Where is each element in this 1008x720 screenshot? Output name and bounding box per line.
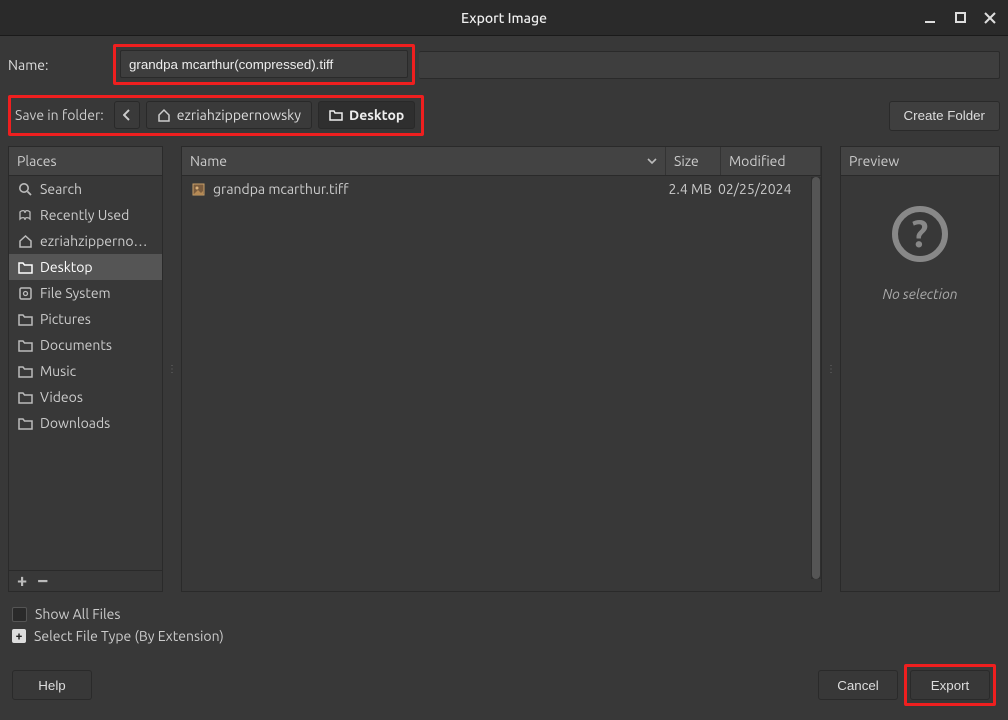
files-header: Name Size Modified	[182, 147, 821, 176]
export-highlight: Export	[904, 664, 996, 706]
file-row[interactable]: grandpa mcarthur.tiff 2.4 MB02/25/2024	[182, 176, 821, 202]
sidebar-item-ezriahzipperno-[interactable]: ezriahzipperno…	[9, 228, 162, 254]
help-button[interactable]: Help	[12, 670, 92, 700]
select-file-type-label: Select File Type (By Extension)	[34, 628, 224, 644]
filename-input[interactable]	[120, 50, 408, 78]
places-panel: Places Search Recently Used ezriahzipperno…	[8, 146, 163, 592]
panel-resize-handle[interactable]: ⋮	[169, 146, 175, 592]
path-highlight: Save in folder: ezriahzippernowsky Deskt…	[8, 95, 424, 136]
window-title: Export Image	[461, 10, 547, 26]
sidebar-item-label: Pictures	[40, 311, 91, 327]
panel-resize-handle-right[interactable]: ⋮	[828, 146, 834, 592]
checkbox-icon	[12, 607, 27, 622]
sidebar-item-pictures[interactable]: Pictures	[9, 306, 162, 332]
file-size: 2.4 MB	[663, 181, 718, 197]
folder-icon	[17, 363, 33, 379]
file-name: grandpa mcarthur.tiff	[213, 181, 349, 197]
home-icon	[157, 108, 171, 122]
sidebar-item-documents[interactable]: Documents	[9, 332, 162, 358]
show-all-files-label: Show All Files	[35, 606, 120, 622]
folder-icon	[17, 415, 33, 431]
show-all-files-option[interactable]: Show All Files	[12, 606, 996, 622]
sidebar-item-videos[interactable]: Videos	[9, 384, 162, 410]
files-list[interactable]: grandpa mcarthur.tiff 2.4 MB02/25/2024	[182, 176, 821, 591]
titlebar: Export Image	[0, 0, 1008, 36]
sidebar-item-label: Music	[40, 363, 76, 379]
breadcrumb-back-button[interactable]	[114, 101, 140, 129]
file-modified: 02/25/2024	[718, 181, 813, 197]
sidebar-item-label: Documents	[40, 337, 112, 353]
folder-icon	[17, 259, 33, 275]
column-size[interactable]: Size	[666, 147, 721, 175]
folder-icon	[17, 389, 33, 405]
sidebar-item-recently-used[interactable]: Recently Used	[9, 202, 162, 228]
sidebar-item-label: Videos	[40, 389, 83, 405]
column-modified[interactable]: Modified	[721, 147, 821, 175]
chevron-left-icon	[123, 109, 131, 121]
path-row: Save in folder: ezriahzippernowsky Deskt…	[8, 95, 1000, 136]
select-file-type-expander[interactable]: + Select File Type (By Extension)	[12, 628, 996, 644]
create-folder-button[interactable]: Create Folder	[889, 101, 1001, 131]
folder-icon	[17, 337, 33, 353]
breadcrumb-label: Desktop	[349, 107, 404, 123]
question-icon: ?	[892, 206, 948, 262]
no-selection-text: No selection	[882, 286, 957, 302]
recent-icon	[17, 207, 33, 223]
disk-icon	[17, 285, 33, 301]
preview-panel: Preview ? No selection	[840, 146, 1000, 592]
places-list: Search Recently Used ezriahzipperno… Deskto…	[9, 176, 162, 570]
image-file-icon	[190, 181, 206, 197]
save-in-folder-label: Save in folder:	[15, 107, 104, 123]
breadcrumb-home[interactable]: ezriahzippernowsky	[146, 101, 312, 129]
remove-bookmark-button[interactable]: −	[37, 575, 48, 587]
maximize-button[interactable]	[950, 8, 970, 28]
cancel-button[interactable]: Cancel	[818, 670, 898, 700]
home-icon	[17, 233, 33, 249]
name-highlight	[113, 44, 415, 85]
export-button[interactable]: Export	[910, 670, 990, 700]
sidebar-item-label: Search	[40, 181, 82, 197]
sidebar-item-file-system[interactable]: File System	[9, 280, 162, 306]
sidebar-item-label: File System	[40, 285, 111, 301]
search-icon	[17, 181, 33, 197]
add-bookmark-button[interactable]: +	[17, 575, 27, 587]
sidebar-item-downloads[interactable]: Downloads	[9, 410, 162, 436]
sidebar-item-music[interactable]: Music	[9, 358, 162, 384]
minimize-button[interactable]	[920, 8, 940, 28]
sort-desc-icon	[647, 157, 657, 165]
name-label: Name:	[8, 57, 103, 73]
column-name[interactable]: Name	[182, 147, 666, 175]
sidebar-item-label: Downloads	[40, 415, 110, 431]
folder-icon	[329, 109, 343, 121]
sidebar-item-search[interactable]: Search	[9, 176, 162, 202]
breadcrumb-label: ezriahzippernowsky	[177, 107, 301, 123]
close-button[interactable]	[980, 8, 1000, 28]
name-row: Name:	[8, 44, 1000, 85]
preview-header: Preview	[841, 147, 999, 176]
sidebar-item-label: ezriahzipperno…	[40, 233, 147, 249]
files-panel: Name Size Modified grandpa mcarthur.tiff…	[181, 146, 822, 592]
expand-icon: +	[12, 629, 26, 643]
folder-icon	[17, 311, 33, 327]
sidebar-item-label: Recently Used	[40, 207, 129, 223]
files-scrollbar[interactable]	[811, 177, 821, 579]
sidebar-item-desktop[interactable]: Desktop	[9, 254, 162, 280]
breadcrumb-desktop[interactable]: Desktop	[318, 101, 415, 129]
places-header: Places	[9, 147, 162, 176]
sidebar-item-label: Desktop	[40, 259, 93, 275]
filename-input-extra[interactable]	[419, 51, 1000, 79]
